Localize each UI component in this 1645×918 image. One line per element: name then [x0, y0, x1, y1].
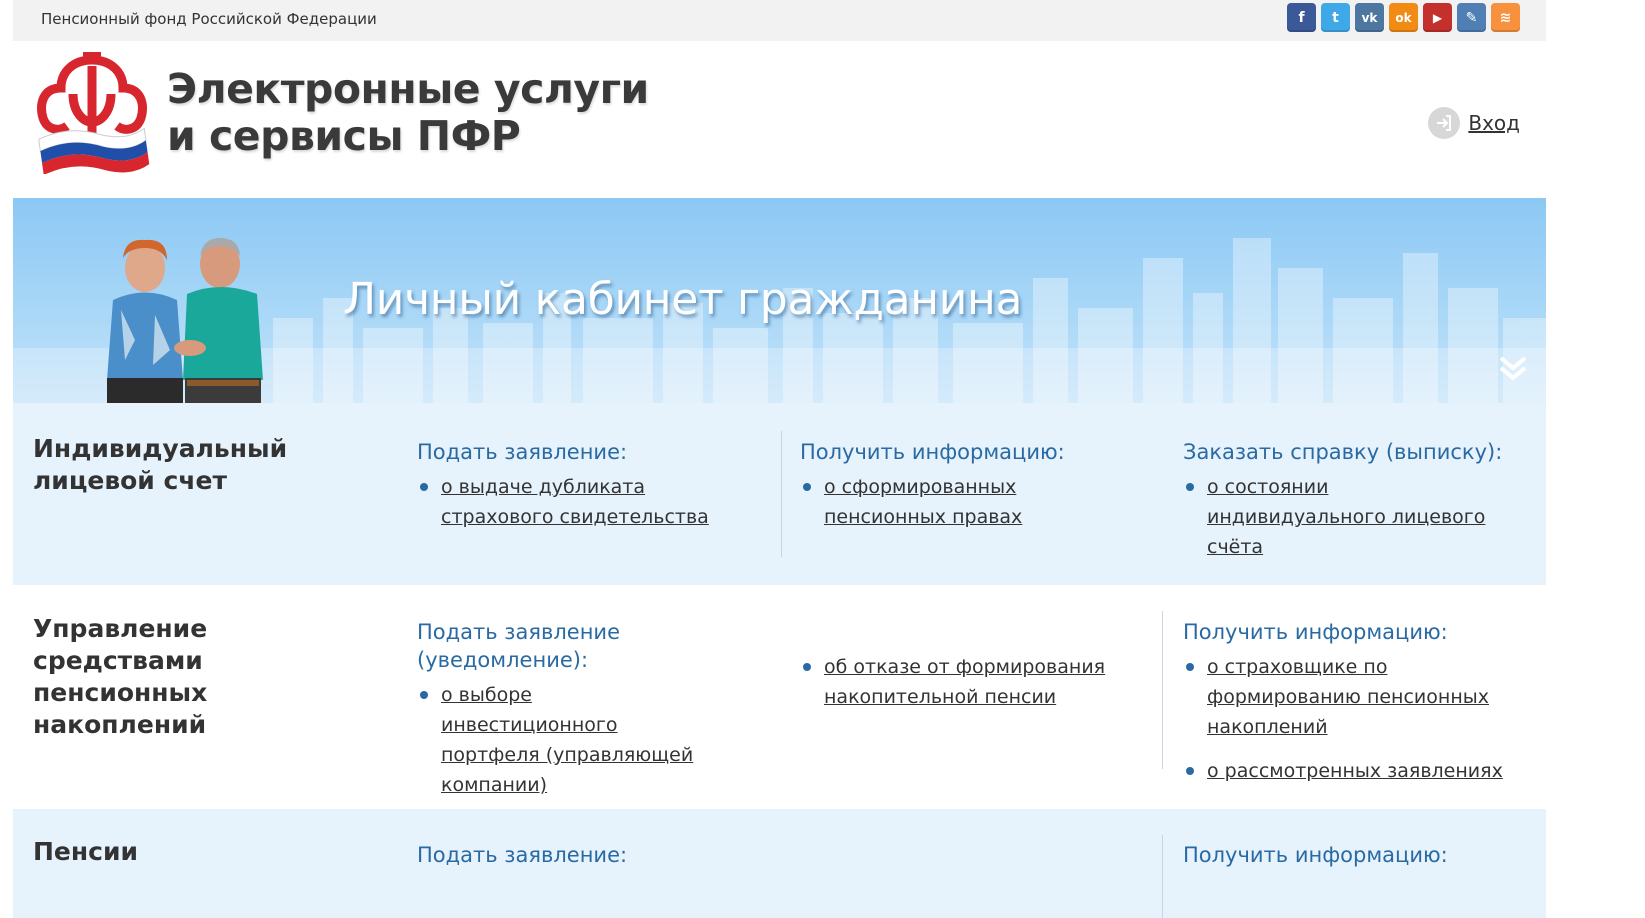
page: Пенсионный фонд Российской Федерации f t… [13, 0, 1546, 918]
top-bar: Пенсионный фонд Российской Федерации f t… [13, 0, 1546, 41]
column-apply-refusal: об отказе от формирования накопительной … [800, 618, 1130, 726]
hero-banner: Личный кабинет гражданина [13, 198, 1546, 403]
section-pensions: Пенсии Подать заявление: Получить информ… [13, 809, 1546, 918]
column-heading: Подать заявление: [417, 843, 628, 867]
org-name: Пенсионный фонд Российской Федерации [41, 10, 377, 28]
service-link[interactable]: о сформированных пенсионных правах [824, 476, 1022, 528]
service-link[interactable]: о состоянии индивидуального лицевого счё… [1207, 476, 1485, 558]
column-heading: Подать заявление: [417, 440, 628, 464]
service-link[interactable]: о выборе инвестиционного портфеля (управ… [441, 684, 693, 796]
column-divider [781, 431, 782, 557]
section-individual-account: Индивидуальный лицевой счет Подать заявл… [13, 403, 1546, 585]
pfr-logo-icon[interactable] [33, 52, 151, 174]
column-apply: Подать заявление (уведомление): о выборе… [417, 618, 747, 814]
livejournal-icon[interactable]: ✎ [1457, 3, 1486, 32]
list-item: о состоянии индивидуального лицевого счё… [1183, 472, 1513, 562]
list-item: о страховщике по формированию пенсионных… [1183, 652, 1528, 742]
link-list: о состоянии индивидуального лицевого счё… [1183, 472, 1513, 562]
column-info: Получить информацию: [1183, 841, 1513, 869]
list-item: о выдаче дубликата страхового свидетельс… [417, 472, 747, 532]
link-list: о сформированных пенсионных правах [800, 472, 1140, 532]
link-list: о страховщике по формированию пенсионных… [1183, 652, 1528, 786]
social-links: f t vk ok ▶ ✎ ≋ [1287, 3, 1520, 32]
site-title-line2: и сервисы ПФР [167, 112, 521, 160]
list-item: о сформированных пенсионных правах [800, 472, 1140, 532]
odnoklassniki-icon[interactable]: ok [1389, 3, 1418, 32]
service-link[interactable]: о страховщике по формированию пенсионных… [1207, 656, 1489, 738]
chevron-down-icon[interactable] [1498, 354, 1528, 382]
column-heading: Получить информацию: [1183, 843, 1448, 867]
section-title: Пенсии [33, 837, 139, 866]
list-item: о рассмотренных заявлениях [1183, 756, 1528, 786]
column-apply: Подать заявление: о выдаче дубликата стр… [417, 438, 747, 546]
login-icon[interactable] [1428, 107, 1461, 139]
column-info: Получить информацию: о страховщике по фо… [1183, 618, 1528, 800]
list-item: о выборе инвестиционного портфеля (управ… [417, 680, 711, 800]
service-link[interactable]: о выдаче дубликата страхового свидетельс… [441, 476, 709, 528]
service-link[interactable]: об отказе от формирования накопительной … [824, 656, 1105, 708]
link-list: о выдаче дубликата страхового свидетельс… [417, 472, 747, 532]
column-heading: Заказать справку (выписку): [1183, 440, 1503, 464]
column-order-statement: Заказать справку (выписку): о состоянии … [1183, 438, 1513, 576]
column-apply: Подать заявление: [417, 841, 747, 869]
link-list: об отказе от формирования накопительной … [800, 652, 1130, 712]
service-link[interactable]: о рассмотренных заявлениях [1207, 760, 1503, 782]
list-item: об отказе от формирования накопительной … [800, 652, 1130, 712]
column-heading: Получить информацию: [800, 440, 1065, 464]
link-list: о выборе инвестиционного портфеля (управ… [417, 680, 747, 800]
column-heading: Получить информацию: [1183, 620, 1448, 644]
section-title: Управление средствами пенсионных накопле… [33, 614, 208, 739]
site-title-line1: Электронные услуги [167, 65, 649, 113]
rss-icon[interactable]: ≋ [1491, 3, 1520, 32]
column-divider [1162, 611, 1163, 769]
twitter-icon[interactable]: t [1321, 3, 1350, 32]
column-divider [1162, 835, 1163, 918]
login-link[interactable]: Вход [1468, 111, 1520, 135]
people-photo [107, 238, 263, 403]
column-heading: Подать заявление (уведомление): [417, 620, 620, 672]
youtube-icon[interactable]: ▶ [1423, 3, 1452, 32]
vk-icon[interactable]: vk [1355, 3, 1384, 32]
banner-title: Личный кабинет гражданина [343, 274, 1023, 325]
facebook-icon[interactable]: f [1287, 3, 1316, 32]
site-title: Электронные услуги и сервисы ПФР [167, 66, 649, 160]
section-pension-savings: Управление средствами пенсионных накопле… [13, 585, 1546, 809]
login-button[interactable]: Вход [1428, 107, 1520, 139]
section-title: Индивидуальный лицевой счет [33, 434, 288, 495]
column-info: Получить информацию: о сформированных пе… [800, 438, 1140, 546]
